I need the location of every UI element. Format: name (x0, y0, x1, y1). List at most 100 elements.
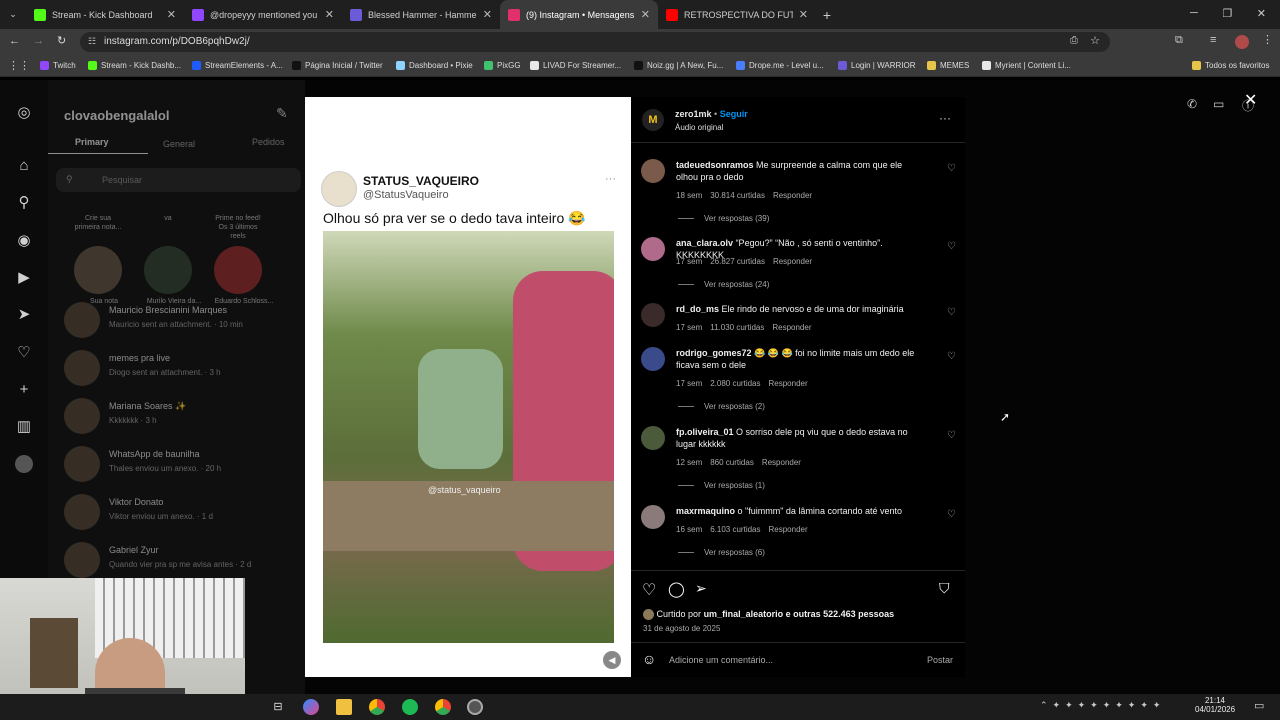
browser-tab[interactable]: RETROSPECTIVA DO FUTEBOL 2 ✕ (658, 0, 816, 29)
view-replies-button[interactable]: Ver respostas (24) (678, 280, 769, 289)
comment-user[interactable]: fp.oliveira_01 (676, 427, 734, 437)
notification-icon[interactable]: ▭ (1254, 699, 1264, 712)
reply-button[interactable]: Responder (773, 257, 812, 266)
note-item[interactable]: Crie sua primeira nota... Sua nota (64, 214, 134, 305)
close-modal-button[interactable]: ✕ (1244, 90, 1257, 110)
dm-username[interactable]: clovaobengalalol (64, 108, 169, 123)
comment-like-icon[interactable]: ♡ (947, 430, 956, 441)
reply-button[interactable]: Responder (762, 458, 801, 467)
comment-avatar[interactable] (641, 159, 665, 183)
save-icon[interactable]: ⛉ (939, 580, 950, 597)
video-icon[interactable]: ▭ (1213, 97, 1224, 111)
comment-user[interactable]: tadeuedsonramos (676, 160, 754, 170)
post-comment-button[interactable]: Postar (927, 655, 953, 665)
author-avatar[interactable]: M (642, 109, 664, 131)
instagram-logo-icon[interactable]: ◎ (15, 104, 33, 122)
bookmark-item[interactable]: Noiz.gg | A New, Fu... (634, 61, 723, 70)
follow-button[interactable]: Seguir (720, 109, 748, 119)
comment-avatar[interactable] (641, 237, 665, 261)
comment-like-icon[interactable]: ♡ (947, 509, 956, 520)
tab-primary[interactable]: Primary (75, 137, 109, 147)
bookmark-item[interactable]: Stream - Kick Dashb... (88, 61, 181, 70)
browser-tab[interactable]: Blessed Hammer - Hammerkun ✕ (342, 0, 500, 29)
post-media[interactable]: STATUS_VAQUEIRO @StatusVaqueiro ··· Olho… (305, 97, 631, 677)
bookmark-item[interactable]: Myrient | Content Li... (982, 61, 1071, 70)
audio-label[interactable]: Áudio original (675, 123, 723, 132)
explore-icon[interactable]: ◉ (15, 232, 33, 250)
comment-likes[interactable]: 2.080 curtidas (710, 379, 760, 388)
bookmark-item[interactable]: MEMES (927, 61, 969, 70)
comment-user[interactable]: maxrmaquino (676, 506, 735, 516)
tab-close-icon[interactable]: ✕ (483, 8, 492, 21)
browser-tab[interactable]: @dropeyyy mentioned you ✕ (184, 0, 342, 29)
clock-date[interactable]: 04/01/2026 (1195, 705, 1235, 714)
minimize-icon[interactable]: ─ (1190, 7, 1198, 20)
view-replies-button[interactable]: Ver respostas (2) (678, 402, 765, 411)
comment-likes[interactable]: 11.030 curtidas (710, 323, 764, 332)
search-icon[interactable]: ⚲ (15, 194, 33, 212)
bookmark-item[interactable]: StreamElements - A... (192, 61, 283, 70)
comment-likes[interactable]: 860 curtidas (710, 458, 754, 467)
install-icon[interactable]: ⎙ (1070, 35, 1078, 46)
tab-close-icon[interactable]: ✕ (641, 8, 650, 21)
dm-thread[interactable]: Mariana Soares ✨ Kkkkkkk · 3 h (64, 396, 304, 440)
comment-input[interactable]: Adicione um comentário... (669, 655, 773, 665)
spotify-icon[interactable] (402, 699, 418, 715)
browser-tab[interactable]: (9) Instagram • Mensagens ✕ (500, 0, 658, 29)
comment-like-icon[interactable]: ♡ (947, 307, 956, 318)
bookmark-item[interactable]: Todos os favoritos (1192, 61, 1269, 70)
note-item[interactable]: Prime no feed! Os 3 últimos reels Eduard… (204, 214, 274, 305)
menu-icon[interactable]: ⋮ (1262, 33, 1273, 46)
comment-user[interactable]: ana_clara.olv (676, 238, 733, 248)
new-tab-button[interactable]: + (816, 7, 838, 23)
file-explorer-icon[interactable] (336, 699, 352, 715)
create-icon[interactable]: + (15, 381, 33, 399)
dm-thread[interactable]: WhatsApp de baunilha Thales enviou um ane… (64, 444, 304, 488)
view-replies-button[interactable]: Ver respostas (6) (678, 548, 765, 557)
comment-user[interactable]: rd_do_ms (676, 304, 719, 314)
profile-avatar[interactable] (1235, 35, 1249, 49)
comment-like-icon[interactable]: ♡ (947, 351, 956, 362)
bookmark-item[interactable]: LIVAD For Streamer... (530, 61, 621, 70)
bookmark-item[interactable]: Página Inicial / Twitter (292, 61, 383, 70)
site-info-icon[interactable]: ☷ (88, 36, 96, 47)
comment-avatar[interactable] (641, 347, 665, 371)
apps-icon[interactable]: ⋮⋮ (8, 59, 30, 72)
post-options-icon[interactable]: ··· (939, 111, 951, 125)
bookmark-item[interactable]: Drope.me - Level u... (736, 61, 824, 70)
comment-likes[interactable]: 6.103 curtidas (710, 525, 760, 534)
comment-avatar[interactable] (641, 505, 665, 529)
home-icon[interactable]: ⌂ (15, 157, 33, 175)
chrome-icon[interactable] (369, 699, 385, 715)
clock-time[interactable]: 21:14 (1195, 696, 1235, 705)
video-frame[interactable]: @status_vaqueiro (323, 231, 614, 643)
dm-thread[interactable]: Viktor Donato Viktor enviou um anexo. · 1… (64, 492, 304, 536)
comment-icon[interactable]: ◯ (668, 580, 685, 598)
view-replies-button[interactable]: Ver respostas (39) (678, 214, 769, 223)
tab-close-icon[interactable]: ✕ (799, 8, 808, 21)
bookmark-item[interactable]: PixGG (484, 61, 521, 70)
share-icon[interactable]: ➢ (695, 580, 707, 597)
comment-like-icon[interactable]: ♡ (947, 241, 956, 252)
author-name[interactable]: zero1mk (675, 109, 712, 119)
media-controls-icon[interactable]: ≡ (1210, 34, 1216, 46)
likes-user[interactable]: um_final_aleatorio (704, 609, 784, 619)
extensions-icon[interactable]: ⧉ (1175, 34, 1183, 47)
task-view-icon[interactable]: ⊟ (270, 699, 286, 715)
back-icon[interactable]: ← (9, 35, 20, 47)
like-icon[interactable]: ♡ (642, 580, 656, 600)
bookmark-star-icon[interactable]: ☆ (1090, 34, 1100, 47)
window-close-icon[interactable]: ✕ (1257, 7, 1266, 20)
dm-thread[interactable]: Mauricio Brescianini Marques Mauricio sen… (64, 300, 304, 344)
browser-tab[interactable]: Stream - Kick Dashboard ✕ (26, 0, 184, 29)
url-field[interactable]: ☷ instagram.com/p/DOB6pqhDw2j/ ⎙ ☆ (80, 32, 1110, 52)
messages-icon[interactable]: ➤ (15, 306, 33, 324)
comment-like-icon[interactable]: ♡ (947, 163, 956, 174)
comment-user[interactable]: rodrigo_gomes72 (676, 348, 752, 358)
copilot-icon[interactable] (303, 699, 319, 715)
reload-icon[interactable]: ↻ (57, 34, 66, 47)
compose-icon[interactable]: ✎ (276, 105, 288, 122)
tab-general[interactable]: General (163, 139, 195, 149)
forward-icon[interactable]: → (33, 35, 44, 47)
tab-search-button[interactable]: ⌄ (0, 9, 26, 20)
